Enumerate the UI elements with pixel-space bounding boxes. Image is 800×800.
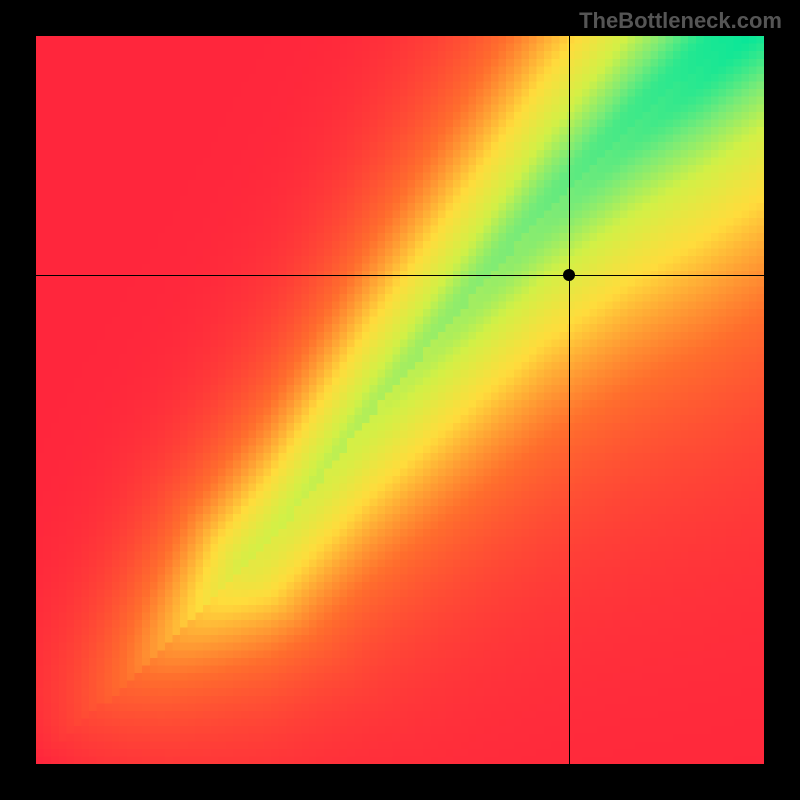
bottleneck-heatmap bbox=[36, 36, 764, 764]
heatmap-canvas bbox=[36, 36, 764, 764]
crosshair-horizontal bbox=[36, 275, 764, 276]
crosshair-vertical bbox=[569, 36, 570, 764]
watermark-label: TheBottleneck.com bbox=[579, 8, 782, 34]
selected-point-marker bbox=[563, 269, 575, 281]
